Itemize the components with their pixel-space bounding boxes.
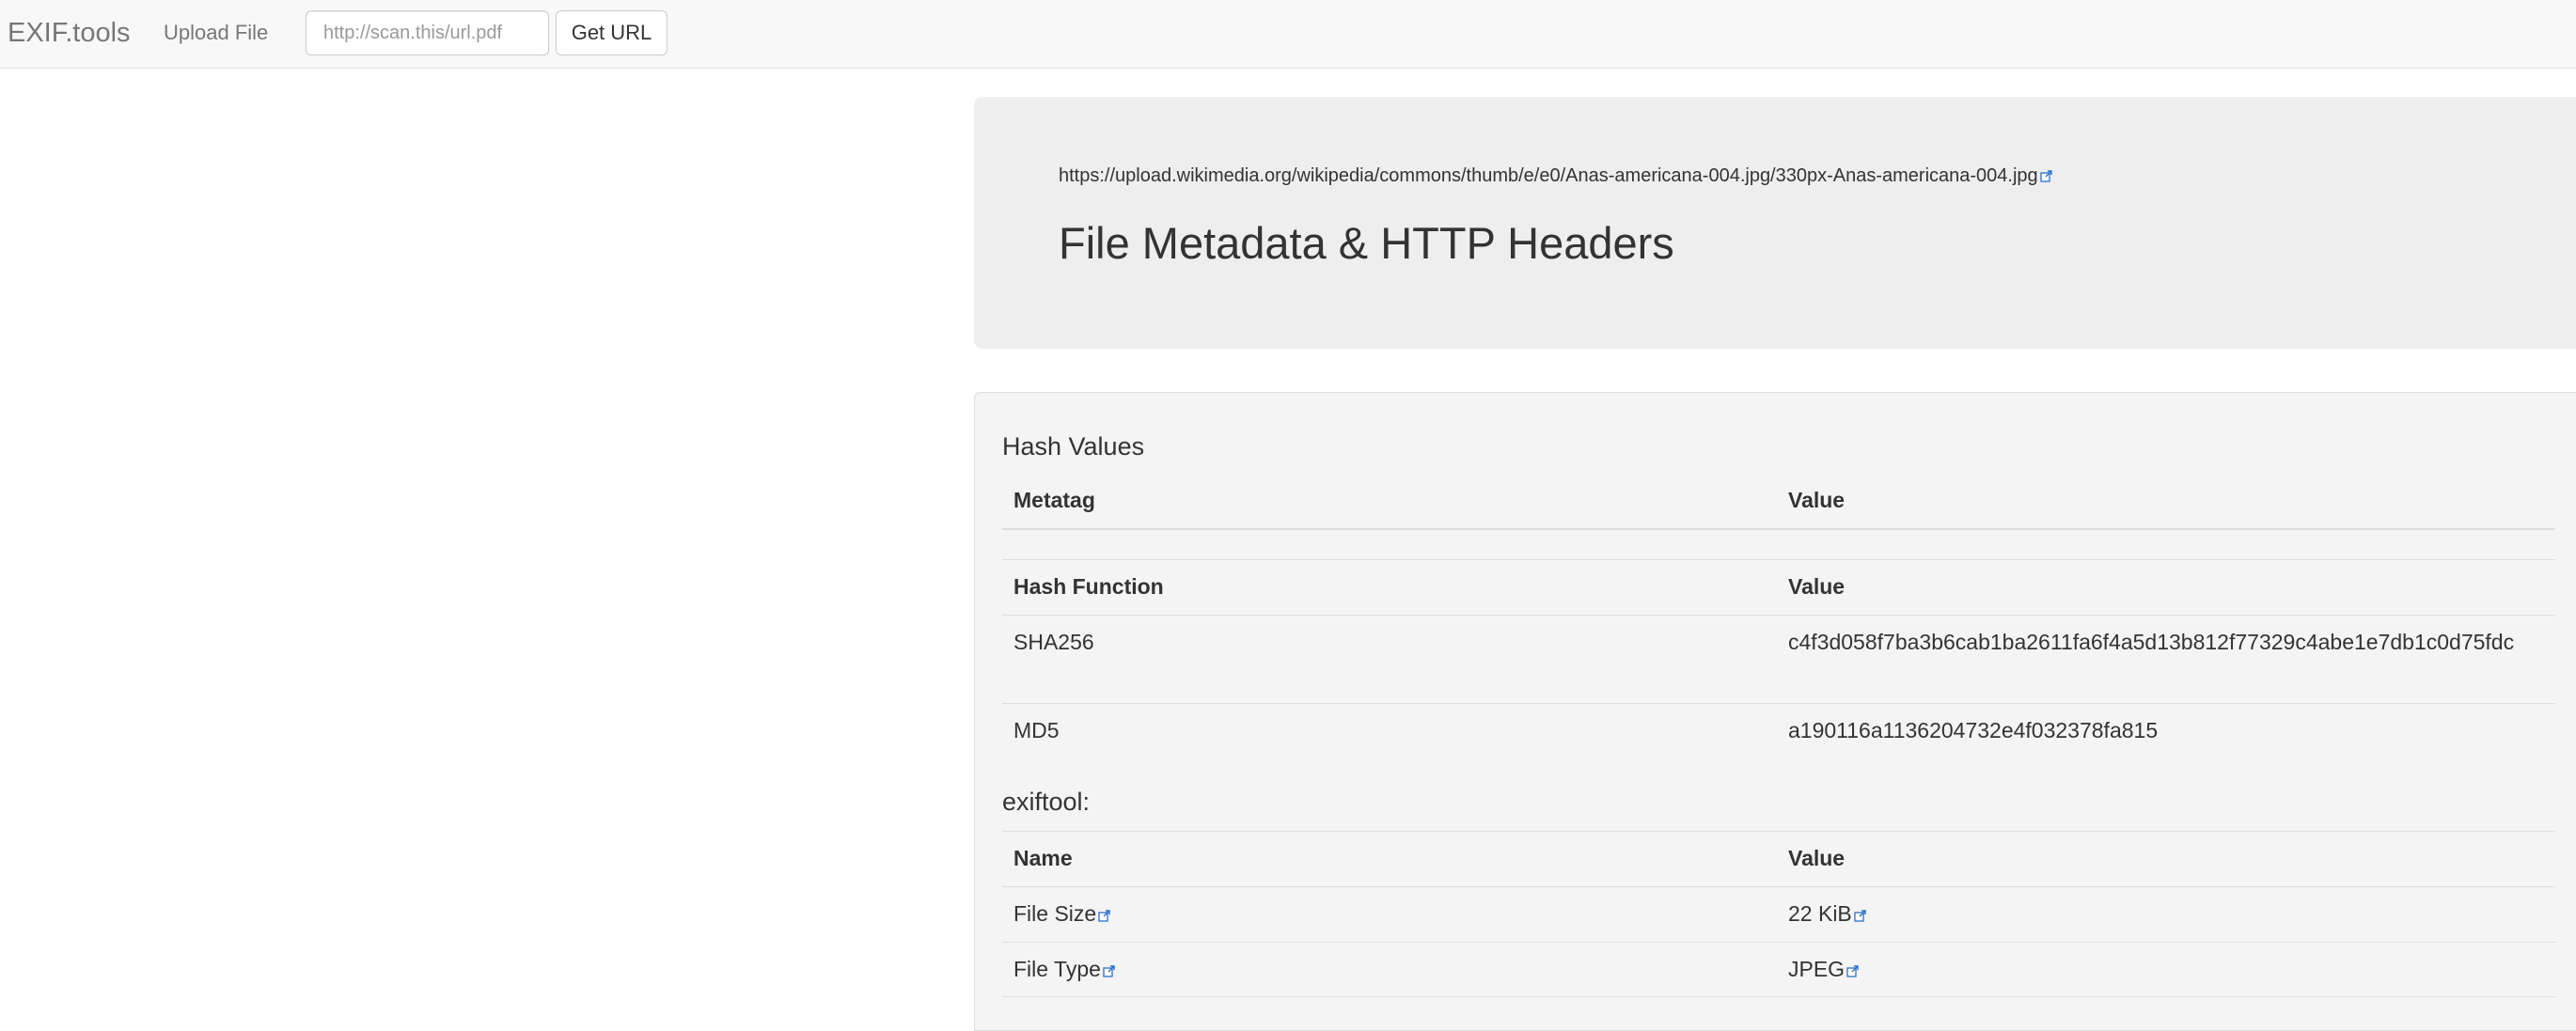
get-url-button[interactable]: Get URL [556,10,668,55]
tag-name-file-type: File Type [1013,957,1116,982]
top-navbar: EXIF.tools Upload File Get URL [0,0,2576,69]
external-link-icon[interactable] [1103,964,1116,977]
external-link-icon[interactable] [2040,169,2053,182]
hash-name-md5: MD5 [1013,718,1060,742]
tag-name-file-size: File Size [1013,901,1111,927]
file-type-link[interactable]: File Type [1013,957,1101,981]
file-size-value-link[interactable]: 22 KiB [1788,901,1852,926]
value-column-header: Value [1788,488,1846,512]
hash-values-heading: Hash Values [1002,432,1145,461]
jumbotron: https://upload.wikimedia.org/wikipedia/c… [974,97,2576,349]
source-url-line: https://upload.wikimedia.org/wikipedia/c… [1059,165,2053,187]
tag-value-file-type: JPEG [1788,957,1860,982]
metatag-column-header: Metatag [1013,488,1095,512]
source-url-link[interactable]: https://upload.wikimedia.org/wikipedia/c… [1059,165,2038,186]
hash-table: Metatag Value Hash Function Value SHA256… [1002,476,2555,758]
value-column-header: Value [1788,846,1846,870]
hash-subheader-row: Hash Function Value [1002,559,2555,615]
hash-value-sha256: c4f3d058f7ba3b6cab1ba2611fa6f4a5d13b812f… [1788,630,2515,654]
page-title: File Metadata & HTTP Headers [1059,218,1674,268]
external-link-icon[interactable] [1846,964,1860,977]
hash-value-header: Value [1788,574,1846,599]
table-row: MD5 a190116a1136204732e4f032378fa815 [1002,703,2555,758]
table-row: SHA256 c4f3d058f7ba3b6cab1ba2611fa6f4a5d… [1002,615,2555,703]
exiftool-table: Name Value File Size 22 KiB File Type JP… [1002,831,2555,997]
table-row: File Size 22 KiB [1002,886,2555,942]
tag-value-file-size: 22 KiB [1788,901,1867,927]
hash-name-sha256: SHA256 [1013,630,1094,654]
hash-value-md5: a190116a1136204732e4f032378fa815 [1788,718,2159,742]
name-column-header: Name [1013,846,1073,870]
results-panel: Hash Values Metatag Value Hash Function … [974,392,2576,1031]
table-header-row: Name Value [1002,831,2555,886]
brand-logo[interactable]: EXIF.tools [8,17,131,49]
external-link-icon[interactable] [1098,909,1111,922]
empty-row [1002,530,2555,559]
exiftool-heading: exiftool: [1002,788,1091,816]
url-input[interactable] [306,10,549,55]
hash-function-header: Hash Function [1013,574,1164,599]
table-row: File Type JPEG [1002,942,2555,997]
upload-file-link[interactable]: Upload File [164,20,268,46]
file-type-value-link[interactable]: JPEG [1788,957,1845,981]
table-header-row: Metatag Value [1002,476,2555,530]
file-size-link[interactable]: File Size [1013,901,1096,926]
external-link-icon[interactable] [1854,909,1867,922]
